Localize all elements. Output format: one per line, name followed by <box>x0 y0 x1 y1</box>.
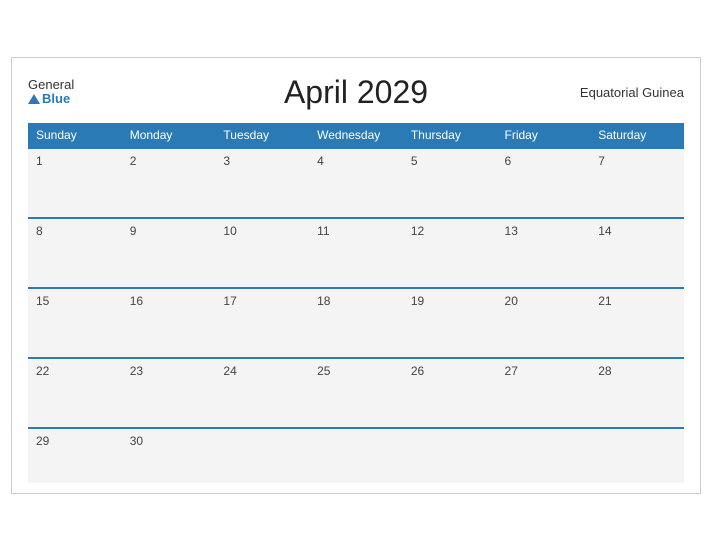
calendar-cell <box>590 428 684 483</box>
day-number: 16 <box>130 294 143 308</box>
calendar-cell: 12 <box>403 218 497 288</box>
weekday-header-friday: Friday <box>497 123 591 148</box>
calendar-cell: 23 <box>122 358 216 428</box>
day-number: 2 <box>130 154 137 168</box>
calendar-cell: 7 <box>590 148 684 218</box>
calendar-cell: 8 <box>28 218 122 288</box>
calendar-cell: 11 <box>309 218 403 288</box>
day-number: 8 <box>36 224 43 238</box>
day-number: 17 <box>223 294 236 308</box>
week-row-5: 29 30 <box>28 428 684 483</box>
logo-blue-text: Blue <box>28 92 70 106</box>
calendar-cell <box>215 428 309 483</box>
calendar-cell: 4 <box>309 148 403 218</box>
calendar-cell: 14 <box>590 218 684 288</box>
day-number: 30 <box>130 434 143 448</box>
weekday-header-row: SundayMondayTuesdayWednesdayThursdayFrid… <box>28 123 684 148</box>
day-number: 7 <box>598 154 605 168</box>
day-number: 3 <box>223 154 230 168</box>
day-number: 25 <box>317 364 330 378</box>
calendar-cell: 17 <box>215 288 309 358</box>
calendar-header: General Blue April 2029 Equatorial Guine… <box>28 74 684 111</box>
calendar-cell: 29 <box>28 428 122 483</box>
country-label: Equatorial Guinea <box>580 85 684 100</box>
day-number: 12 <box>411 224 424 238</box>
day-number: 15 <box>36 294 49 308</box>
day-number: 5 <box>411 154 418 168</box>
weekday-header-monday: Monday <box>122 123 216 148</box>
calendar-cell: 3 <box>215 148 309 218</box>
calendar-cell: 26 <box>403 358 497 428</box>
weekday-header-tuesday: Tuesday <box>215 123 309 148</box>
logo-triangle-icon <box>28 94 40 104</box>
weekday-header-sunday: Sunday <box>28 123 122 148</box>
day-number: 24 <box>223 364 236 378</box>
calendar-cell <box>309 428 403 483</box>
calendar-cell: 20 <box>497 288 591 358</box>
calendar-cell: 30 <box>122 428 216 483</box>
day-number: 14 <box>598 224 611 238</box>
calendar-cell <box>403 428 497 483</box>
day-number: 21 <box>598 294 611 308</box>
day-number: 13 <box>505 224 518 238</box>
calendar-cell: 28 <box>590 358 684 428</box>
calendar-cell <box>497 428 591 483</box>
logo-general-text: General <box>28 78 74 92</box>
day-number: 4 <box>317 154 324 168</box>
day-number: 1 <box>36 154 43 168</box>
calendar-cell: 18 <box>309 288 403 358</box>
day-number: 20 <box>505 294 518 308</box>
day-number: 10 <box>223 224 236 238</box>
week-row-3: 15 16 17 18 19 20 21 <box>28 288 684 358</box>
calendar-cell: 16 <box>122 288 216 358</box>
calendar-grid: SundayMondayTuesdayWednesdayThursdayFrid… <box>28 123 684 483</box>
calendar-cell: 2 <box>122 148 216 218</box>
day-number: 23 <box>130 364 143 378</box>
calendar-cell: 13 <box>497 218 591 288</box>
calendar-cell: 5 <box>403 148 497 218</box>
day-number: 11 <box>317 224 329 238</box>
calendar-cell: 25 <box>309 358 403 428</box>
day-number: 9 <box>130 224 137 238</box>
weekday-header-thursday: Thursday <box>403 123 497 148</box>
calendar-cell: 19 <box>403 288 497 358</box>
calendar-cell: 9 <box>122 218 216 288</box>
week-row-4: 22 23 24 25 26 27 28 <box>28 358 684 428</box>
calendar-container: General Blue April 2029 Equatorial Guine… <box>11 57 701 494</box>
calendar-cell: 6 <box>497 148 591 218</box>
day-number: 6 <box>505 154 512 168</box>
weekday-header-saturday: Saturday <box>590 123 684 148</box>
day-number: 29 <box>36 434 49 448</box>
calendar-cell: 1 <box>28 148 122 218</box>
calendar-cell: 10 <box>215 218 309 288</box>
calendar-cell: 24 <box>215 358 309 428</box>
week-row-1: 1 2 3 4 5 6 7 <box>28 148 684 218</box>
calendar-title: April 2029 <box>284 74 428 111</box>
week-row-2: 8 9 10 11 12 13 14 <box>28 218 684 288</box>
logo: General Blue <box>28 78 74 107</box>
day-number: 28 <box>598 364 611 378</box>
day-number: 19 <box>411 294 424 308</box>
day-number: 18 <box>317 294 330 308</box>
day-number: 26 <box>411 364 424 378</box>
calendar-cell: 22 <box>28 358 122 428</box>
weekday-header-wednesday: Wednesday <box>309 123 403 148</box>
calendar-cell: 15 <box>28 288 122 358</box>
calendar-cell: 21 <box>590 288 684 358</box>
calendar-cell: 27 <box>497 358 591 428</box>
day-number: 27 <box>505 364 518 378</box>
day-number: 22 <box>36 364 49 378</box>
